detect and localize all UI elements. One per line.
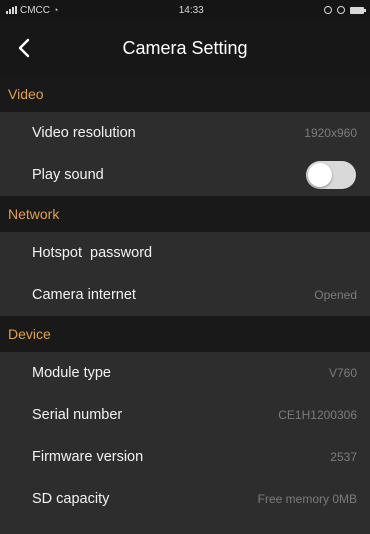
location-icon — [324, 6, 332, 14]
status-time: 14:33 — [178, 4, 204, 16]
status-bar: CMCC ◔ 14:33 — [0, 0, 370, 20]
firmware-version-row[interactable]: Firmware version 2537 — [0, 436, 370, 478]
back-arrow-icon[interactable] — [14, 38, 34, 58]
carrier-label: CMCC — [20, 4, 50, 16]
module-type-row: Module type V760 — [0, 352, 370, 394]
module-type-value: V760 — [328, 366, 357, 380]
video-resolution-row[interactable]: Video resolution 1920x960 — [0, 112, 370, 154]
camera-internet-row[interactable]: Camera internet Opened — [0, 274, 370, 316]
header: Camera Setting — [0, 20, 370, 76]
hotspot-password-row[interactable]: Hotspot password — [0, 232, 370, 274]
firmware-version-label: Firmware version — [32, 449, 144, 465]
camera-internet-label: Camera internet — [32, 287, 136, 303]
play-sound-row: Play sound — [0, 154, 370, 196]
sd-capacity-label: SD capacity — [32, 491, 110, 507]
camera-internet-value: Opened — [314, 288, 357, 302]
toggle-knob — [308, 163, 332, 187]
signal-icon — [6, 6, 17, 14]
hotspot-password-label: Hotspot password — [32, 245, 153, 261]
video-resolution-value: 1920x960 — [304, 126, 357, 140]
module-type-label: Module type — [32, 365, 111, 381]
section-header-video: Video — [0, 76, 370, 112]
section-header-network: Network — [0, 196, 370, 232]
sd-capacity-row[interactable]: SD capacity Free memory 0MB — [0, 478, 370, 520]
video-resolution-label: Video resolution — [32, 125, 136, 141]
page-title: Camera Setting — [122, 37, 248, 58]
status-bar-right — [324, 6, 366, 14]
alarm-icon — [337, 6, 345, 14]
wifi-icon: ◔ — [53, 5, 59, 15]
play-sound-label: Play sound — [32, 167, 104, 183]
play-sound-toggle[interactable] — [306, 161, 356, 189]
section-header-device: Device — [0, 316, 370, 352]
serial-number-value: CE1H1200306 — [278, 408, 357, 422]
serial-number-row: Serial number CE1H1200306 — [0, 394, 370, 436]
serial-number-label: Serial number — [32, 407, 123, 423]
status-bar-left: CMCC ◔ — [6, 5, 58, 16]
battery-icon — [350, 6, 366, 14]
sd-capacity-value: Free memory 0MB — [257, 492, 357, 506]
firmware-version-value: 2537 — [330, 450, 357, 464]
